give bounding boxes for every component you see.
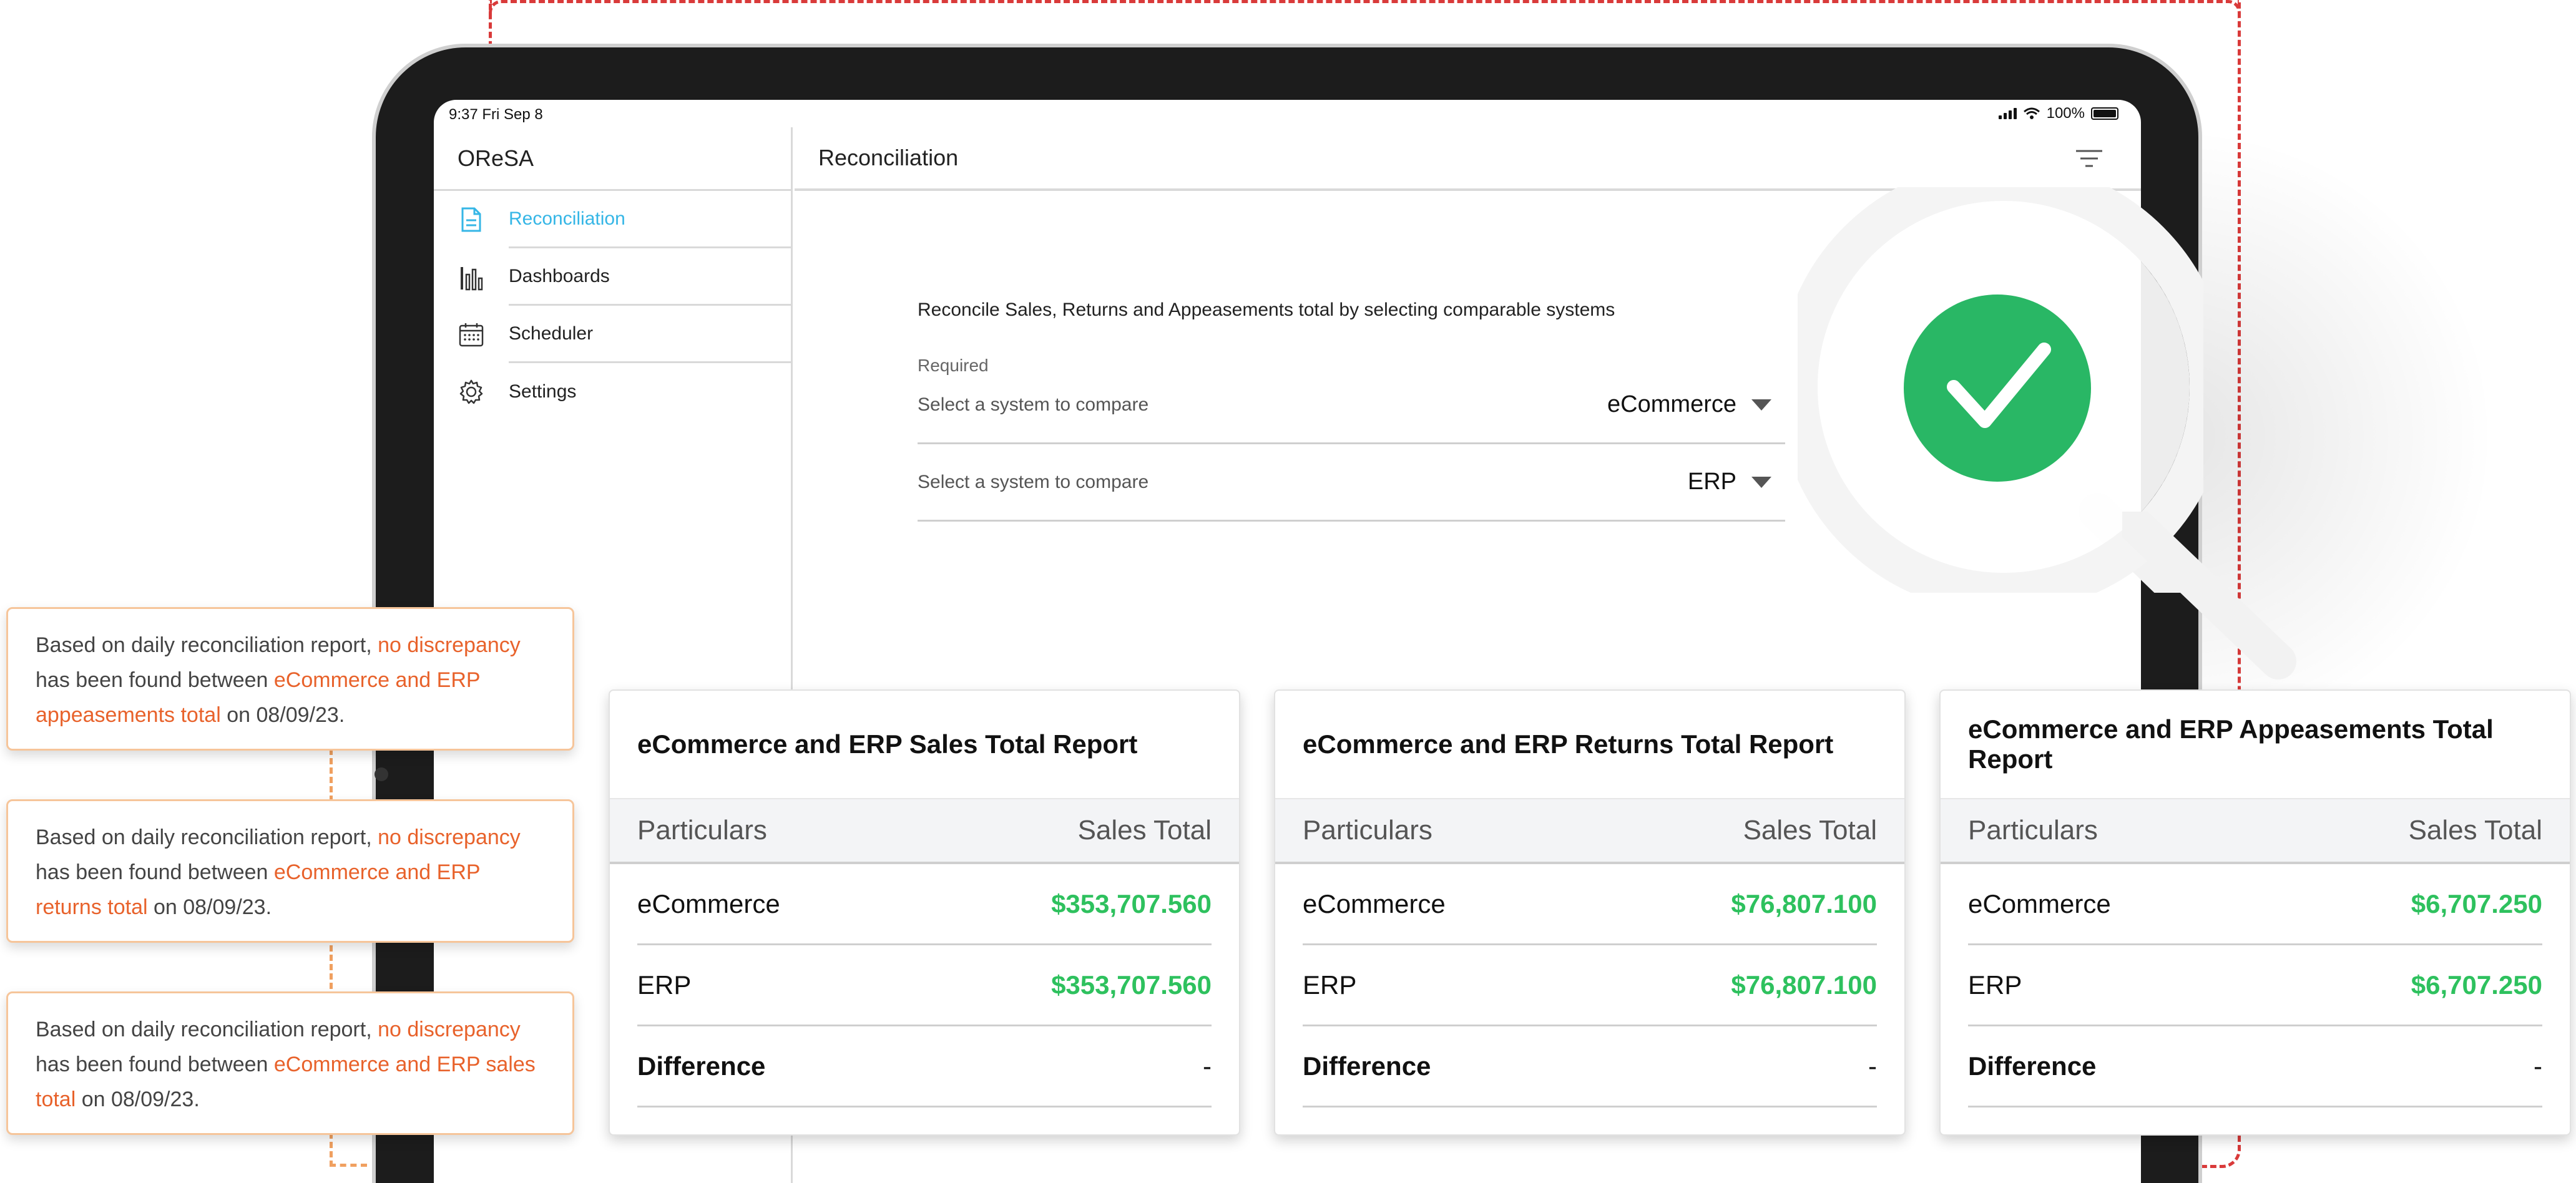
sidebar-item-reconciliation[interactable]: Reconciliation — [434, 191, 791, 248]
sidebar-item-label: Scheduler — [509, 306, 791, 363]
row-label: ERP — [637, 970, 692, 1000]
returns-total-report: eCommerce and ERP Returns Total Report P… — [1274, 689, 1906, 1136]
appeasements-total-report: eCommerce and ERP Appeasements Total Rep… — [1939, 689, 2571, 1136]
sidebar-item-label: Settings — [509, 381, 577, 402]
column-header: Sales Total — [1077, 815, 1212, 845]
row-value: $353,707.560 — [1051, 888, 1212, 918]
row-value: $6,707.250 — [2411, 970, 2542, 1000]
table-row: ERP $353,707.560 — [637, 945, 1212, 1026]
table-row: Difference - — [1968, 1026, 2542, 1108]
sales-total-report: eCommerce and ERP Sales Total Report Par… — [609, 689, 1240, 1136]
report-header-row: Particulars Sales Total — [1941, 798, 2570, 864]
wifi-icon — [2023, 107, 2040, 119]
column-header: Particulars — [1968, 815, 2098, 845]
page-title-text: Reconciliation — [818, 145, 959, 170]
report-header-row: Particulars Sales Total — [610, 798, 1239, 864]
status-indicators: 100% — [1998, 105, 2118, 122]
table-row: eCommerce $6,707.250 — [1968, 864, 2542, 945]
battery-percent: 100% — [2046, 105, 2085, 122]
sidebar-item-scheduler[interactable]: Scheduler — [434, 306, 791, 363]
row-value: $6,707.250 — [2411, 888, 2542, 918]
chevron-down-icon — [1751, 399, 1771, 411]
table-row: eCommerce $353,707.560 — [637, 864, 1212, 945]
row-label: Difference — [637, 1051, 766, 1081]
battery-icon — [2091, 107, 2118, 120]
table-row: ERP $6,707.250 — [1968, 945, 2542, 1026]
highlight-text: no discrepancy — [378, 825, 521, 849]
highlight-text: no discrepancy — [378, 1018, 521, 1041]
column-header: Particulars — [1303, 815, 1432, 845]
magnifier-handle — [2122, 512, 2296, 679]
row-label: Difference — [1968, 1051, 2097, 1081]
table-row: Difference - — [1303, 1026, 1877, 1108]
column-header: Sales Total — [1743, 815, 1877, 845]
system-select-2[interactable]: Select a system to compare ERP — [918, 444, 1785, 522]
gear-icon — [459, 379, 483, 404]
row-value: - — [1868, 1051, 1877, 1081]
status-bar: 9:37 Fri Sep 8 100% — [434, 100, 2141, 127]
system-select-label: Select a system to compare — [918, 394, 1149, 415]
filter-icon[interactable] — [2075, 148, 2103, 170]
row-value: $76,807.100 — [1731, 970, 1877, 1000]
cellular-signal-icon — [1998, 108, 2017, 119]
system-select-value[interactable]: eCommerce — [1607, 391, 1785, 418]
row-value: - — [1203, 1051, 1212, 1081]
calendar-icon — [459, 323, 484, 347]
report-title: eCommerce and ERP Appeasements Total Rep… — [1968, 714, 2494, 774]
row-label: ERP — [1968, 970, 2022, 1000]
system-select-label: Select a system to compare — [918, 471, 1149, 492]
notification-card-sales: Based on daily reconciliation report, no… — [6, 991, 574, 1135]
row-label: eCommerce — [1968, 888, 2111, 918]
selected-system: eCommerce — [1607, 391, 1736, 417]
row-value: $76,807.100 — [1731, 888, 1877, 918]
notification-card-appeasements: Based on daily reconciliation report, no… — [6, 607, 574, 751]
document-icon — [461, 207, 481, 232]
orange-dashed-connector-bottom — [330, 1161, 367, 1167]
sidebar-item-label: Dashboards — [509, 248, 791, 306]
tablet-camera — [375, 767, 388, 781]
table-row: ERP $76,807.100 — [1303, 945, 1877, 1026]
sidebar-item-dashboards[interactable]: Dashboards — [434, 248, 791, 306]
compare-form: Reconcile Sales, Returns and Appeasement… — [918, 299, 1785, 522]
status-time: 9:37 Fri Sep 8 — [449, 106, 543, 123]
form-intro: Reconcile Sales, Returns and Appeasement… — [918, 299, 1615, 320]
report-title: eCommerce and ERP Returns Total Report — [1303, 729, 1834, 759]
app-name: OReSA — [434, 127, 791, 191]
row-label: eCommerce — [637, 888, 780, 918]
row-value: $353,707.560 — [1051, 970, 1212, 1000]
table-row: Difference - — [637, 1026, 1212, 1108]
column-header: Sales Total — [2408, 815, 2542, 845]
row-value: - — [2534, 1051, 2542, 1081]
row-label: Difference — [1303, 1051, 1431, 1081]
highlight-text: no discrepancy — [378, 633, 521, 657]
page-title: Reconciliation — [795, 127, 2141, 191]
chevron-down-icon — [1751, 476, 1771, 488]
row-label: ERP — [1303, 970, 1357, 1000]
notification-card-returns: Based on daily reconciliation report, no… — [6, 799, 574, 943]
system-select-value[interactable]: ERP — [1688, 469, 1785, 495]
bar-chart-icon — [461, 267, 483, 291]
report-header-row: Particulars Sales Total — [1275, 798, 1904, 864]
system-select-1[interactable]: Select a system to compare eCommerce — [918, 367, 1785, 444]
column-header: Particulars — [637, 815, 767, 845]
sidebar-item-label: Reconciliation — [509, 191, 791, 248]
selected-system: ERP — [1687, 469, 1736, 495]
sidebar-item-settings[interactable]: Settings — [434, 363, 791, 421]
row-label: eCommerce — [1303, 888, 1446, 918]
report-title: eCommerce and ERP Sales Total Report — [637, 729, 1138, 759]
table-row: eCommerce $76,807.100 — [1303, 864, 1877, 945]
